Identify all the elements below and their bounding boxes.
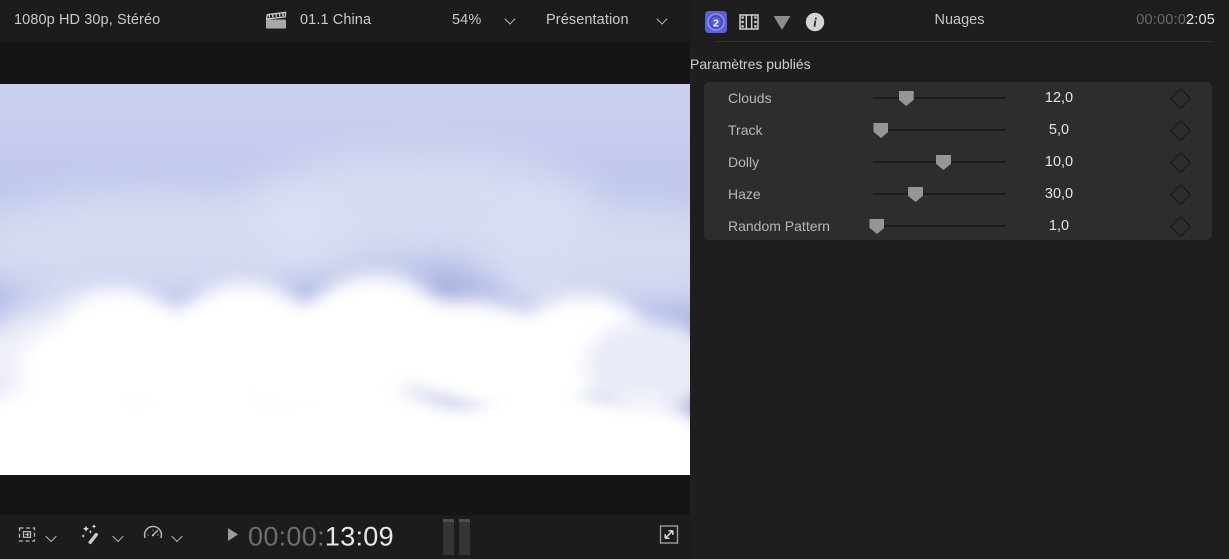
clip-format-label: 1080p HD 30p, Stéréo	[14, 12, 161, 28]
play-triangle-icon[interactable]	[226, 527, 240, 548]
clip-name-label: 01.1 China	[300, 12, 372, 28]
chevron-down-icon[interactable]	[113, 531, 126, 544]
slider-knob[interactable]	[869, 219, 885, 234]
parameter-row: Haze 30,0	[704, 178, 1212, 210]
parameter-row: Dolly 10,0	[704, 146, 1212, 178]
inspector-timecode: 00:00:02:05	[1136, 12, 1215, 28]
chevron-down-icon[interactable]	[657, 13, 670, 26]
pause-bars-icon	[443, 519, 470, 555]
timecode-prefix: 00:00:	[248, 521, 325, 552]
inspector-tabbar: 2 i Nuages 00:00:02:05	[690, 0, 1229, 42]
expand-arrows-icon[interactable]	[657, 523, 681, 552]
slider-track	[873, 129, 1006, 131]
parameter-row: Track 5,0	[704, 114, 1212, 146]
playhead-timecode[interactable]: 00:00:13:09	[248, 522, 394, 553]
video-preview-image[interactable]	[0, 84, 690, 475]
keyframe-diamond-icon[interactable]	[1169, 119, 1192, 141]
slider-knob[interactable]	[935, 155, 951, 170]
parameter-label: Track	[728, 122, 763, 138]
parameter-row: Clouds 12,0	[704, 82, 1212, 114]
crop-transform-icon[interactable]	[16, 524, 38, 551]
parameter-value[interactable]: 5,0	[1020, 122, 1098, 138]
speed-gauge-icon[interactable]	[142, 524, 164, 551]
viewer-pane: 1080p HD 30p, Stéréo 01.1 China 54% Prés…	[0, 0, 690, 559]
chevron-down-icon[interactable]	[172, 531, 185, 544]
slider-track	[873, 97, 1006, 99]
parameter-label: Random Pattern	[728, 218, 830, 234]
parameter-slider[interactable]	[873, 89, 1006, 107]
parameter-label: Clouds	[728, 90, 772, 106]
slider-knob[interactable]	[898, 91, 914, 106]
viewer-toolbar-top: 1080p HD 30p, Stéréo 01.1 China 54% Prés…	[0, 0, 690, 42]
chevron-down-icon[interactable]	[505, 13, 518, 26]
final-cut-pro-window: 1080p HD 30p, Stéréo 01.1 China 54% Prés…	[0, 0, 1229, 559]
keyframe-diamond-icon[interactable]	[1169, 183, 1192, 205]
timecode-value: 13:09	[324, 521, 394, 552]
parameter-value[interactable]: 30,0	[1020, 186, 1098, 202]
keyframe-diamond-icon[interactable]	[1169, 215, 1192, 237]
slider-track	[873, 193, 1006, 195]
inspector-timecode-value: 2:05	[1185, 12, 1215, 28]
parameter-slider[interactable]	[873, 153, 1006, 171]
parameter-value[interactable]: 10,0	[1020, 154, 1098, 170]
chevron-down-icon[interactable]	[46, 531, 59, 544]
slider-track	[873, 225, 1006, 227]
parameter-slider[interactable]	[869, 217, 1006, 235]
published-parameters-header: Paramètres publiés	[690, 56, 811, 72]
clapperboard-icon	[264, 11, 288, 36]
inspector-timecode-prefix: 00:00:0	[1136, 12, 1186, 28]
parameter-slider[interactable]	[873, 185, 1006, 203]
slider-knob[interactable]	[873, 123, 889, 138]
inspector-divider	[716, 41, 1212, 42]
inspector-pane: 2 i Nuages 00:00:02:05 Paramètres publié…	[690, 0, 1229, 559]
published-parameters-group: Clouds 12,0 Track 5,0 Dolly 10,0 Haze 30,0 Rando…	[704, 82, 1212, 240]
zoom-level-label[interactable]: 54%	[452, 12, 481, 28]
parameter-value[interactable]: 12,0	[1020, 90, 1098, 106]
viewer-toolbar-bottom: 00:00:13:09	[0, 515, 690, 559]
magic-wand-icon[interactable]	[80, 523, 104, 552]
view-mode-label[interactable]: Présentation	[546, 12, 629, 28]
parameter-label: Haze	[728, 186, 761, 202]
parameter-row: Random Pattern 1,0	[704, 210, 1212, 242]
parameter-slider[interactable]	[873, 121, 1006, 139]
parameter-label: Dolly	[728, 154, 760, 170]
parameter-value[interactable]: 1,0	[1020, 218, 1098, 234]
slider-knob[interactable]	[908, 187, 924, 202]
keyframe-diamond-icon[interactable]	[1169, 87, 1192, 109]
keyframe-diamond-icon[interactable]	[1169, 151, 1192, 173]
